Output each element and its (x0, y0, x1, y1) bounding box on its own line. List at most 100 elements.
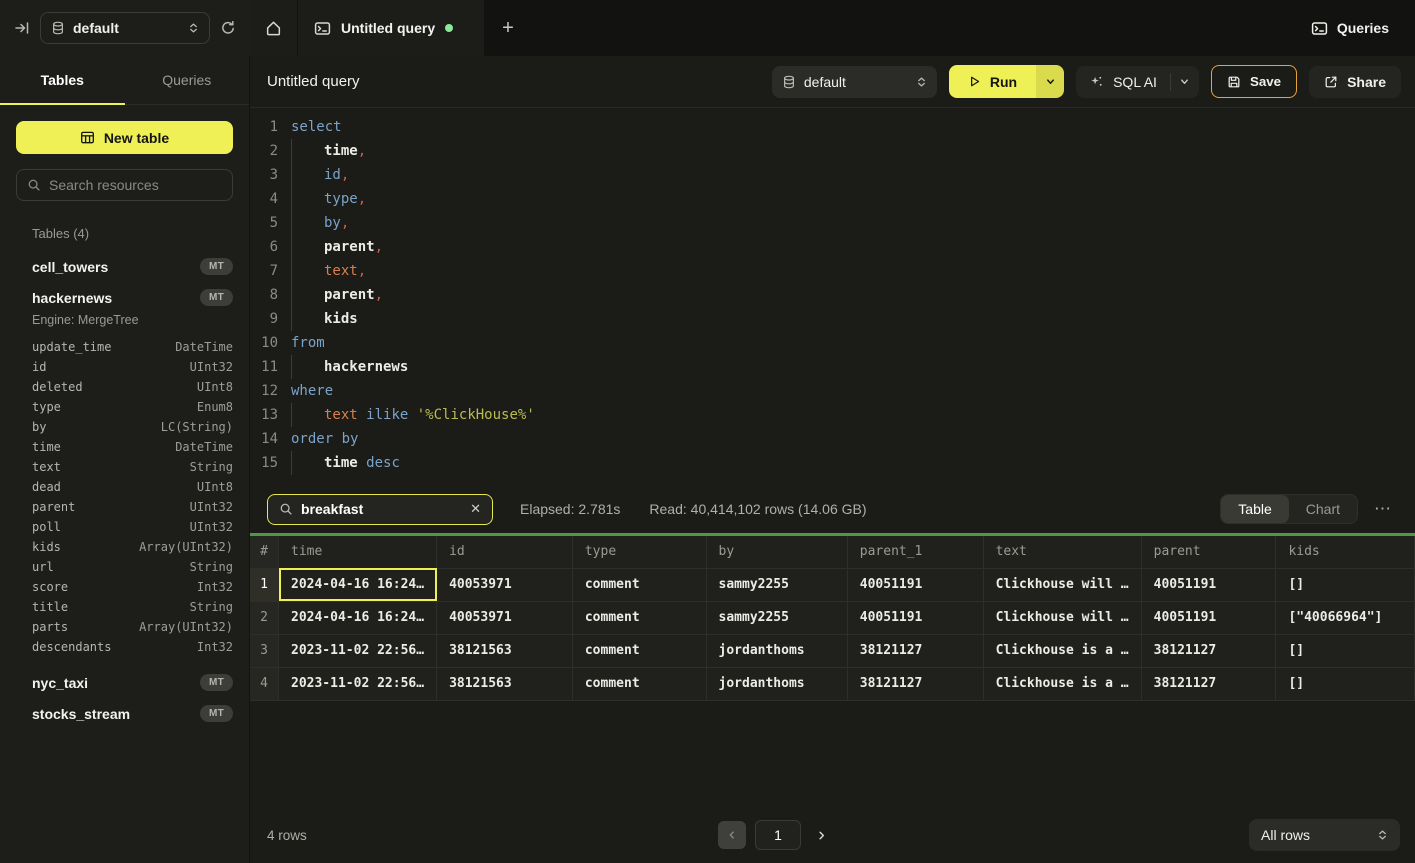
more-options-icon[interactable]: ⋯ (1370, 499, 1396, 519)
data-cell[interactable]: Clickhouse is a … (983, 634, 1141, 667)
data-cell[interactable]: 38121563 (437, 667, 573, 700)
data-cell[interactable]: 2024-04-16 16:24… (279, 568, 437, 601)
queries-button[interactable]: Queries (1311, 20, 1389, 37)
new-tab-button[interactable]: + (484, 0, 532, 56)
previous-page-button[interactable] (718, 821, 746, 849)
data-cell[interactable]: [] (1276, 667, 1415, 700)
share-button[interactable]: Share (1309, 66, 1401, 98)
data-cell[interactable]: [] (1276, 634, 1415, 667)
code-line[interactable]: 9kids (250, 307, 1415, 331)
database-selector[interactable]: default (40, 12, 210, 44)
sidebar-tab-tables[interactable]: Tables (0, 56, 125, 104)
query-database-selector[interactable]: default (772, 66, 937, 98)
data-cell[interactable]: 38121127 (847, 634, 983, 667)
data-cell[interactable]: jordanthoms (706, 667, 847, 700)
column-header[interactable]: by (706, 536, 847, 568)
line-number: 10 (250, 331, 278, 355)
data-cell[interactable]: 40051191 (1141, 568, 1276, 601)
column-header[interactable]: # (250, 536, 279, 568)
data-cell[interactable]: Clickhouse will … (983, 568, 1141, 601)
data-cell[interactable]: 38121563 (437, 634, 573, 667)
view-toggle-chart[interactable]: Chart (1289, 495, 1357, 523)
code-line[interactable]: 11hackernews (250, 355, 1415, 379)
data-cell[interactable]: 38121127 (1141, 634, 1276, 667)
row-number-cell[interactable]: 1 (250, 568, 279, 601)
page-size-value: All rows (1261, 827, 1310, 843)
row-number-cell[interactable]: 3 (250, 634, 279, 667)
line-number: 13 (250, 403, 278, 427)
data-cell[interactable]: comment (572, 568, 706, 601)
data-cell[interactable]: [] (1276, 568, 1415, 601)
row-number-cell[interactable]: 2 (250, 601, 279, 634)
code-line[interactable]: 4type, (250, 187, 1415, 211)
search-icon (27, 178, 41, 192)
column-header[interactable]: id (437, 536, 573, 568)
sidebar-tab-queries[interactable]: Queries (125, 56, 250, 104)
sql-editor[interactable]: 1select2time,3id,4type,5by,6parent,7text… (250, 108, 1415, 485)
data-cell[interactable]: 40053971 (437, 601, 573, 634)
run-options-button[interactable] (1036, 65, 1064, 98)
code-line[interactable]: 6parent, (250, 235, 1415, 259)
save-button[interactable]: Save (1211, 65, 1297, 98)
engine-badge: MT (200, 705, 233, 722)
data-cell[interactable]: comment (572, 634, 706, 667)
collapse-sidebar-icon[interactable] (14, 20, 30, 36)
column-header[interactable]: parent_1 (847, 536, 983, 568)
data-cell[interactable]: Clickhouse is a … (983, 667, 1141, 700)
code-line[interactable]: 8parent, (250, 283, 1415, 307)
resource-search-input[interactable] (49, 177, 222, 193)
data-cell[interactable]: 40051191 (1141, 601, 1276, 634)
home-tab[interactable] (250, 0, 297, 56)
clear-search-icon[interactable]: ✕ (470, 501, 481, 517)
sql-ai-button[interactable]: SQL AI (1076, 74, 1170, 90)
table-list-item[interactable]: nyc_taxiMT (16, 667, 233, 698)
data-cell[interactable]: 40053971 (437, 568, 573, 601)
page-size-selector[interactable]: All rows (1249, 819, 1400, 851)
line-number: 4 (250, 187, 278, 211)
data-cell[interactable]: comment (572, 667, 706, 700)
code-line[interactable]: 3id, (250, 163, 1415, 187)
table-list-item[interactable]: cell_towersMT (16, 251, 233, 282)
data-cell[interactable]: Clickhouse will … (983, 601, 1141, 634)
code-line[interactable]: 1select (250, 115, 1415, 139)
column-header[interactable]: parent (1141, 536, 1276, 568)
table-list-item[interactable]: hackernewsMT (16, 282, 233, 313)
row-number-cell[interactable]: 4 (250, 667, 279, 700)
column-header[interactable]: text (983, 536, 1141, 568)
data-cell[interactable]: 40051191 (847, 568, 983, 601)
indent-guide (291, 307, 324, 331)
column-header[interactable]: time (279, 536, 437, 568)
code-line[interactable]: 13text ilike '%ClickHouse%' (250, 403, 1415, 427)
data-cell[interactable]: comment (572, 601, 706, 634)
table-list-item[interactable]: stocks_streamMT (16, 698, 233, 729)
next-page-button[interactable] (816, 830, 827, 841)
code-line[interactable]: 15time desc (250, 451, 1415, 475)
sql-ai-options-button[interactable] (1171, 76, 1199, 87)
data-cell[interactable]: sammy2255 (706, 568, 847, 601)
code-line[interactable]: 14order by (250, 427, 1415, 451)
data-cell[interactable]: 2023-11-02 22:56… (279, 634, 437, 667)
run-button[interactable]: Run (949, 65, 1036, 98)
data-cell[interactable]: ["40066964"] (1276, 601, 1415, 634)
data-cell[interactable]: sammy2255 (706, 601, 847, 634)
results-search-input[interactable] (301, 501, 462, 517)
code-line[interactable]: 2time, (250, 139, 1415, 163)
code-line[interactable]: 7text, (250, 259, 1415, 283)
new-table-button[interactable]: New table (16, 121, 233, 154)
data-cell[interactable]: 38121127 (1141, 667, 1276, 700)
code-line[interactable]: 12where (250, 379, 1415, 403)
current-page-button[interactable]: 1 (755, 820, 801, 850)
data-cell[interactable]: 2024-04-16 16:24… (279, 601, 437, 634)
code-line[interactable]: 5by, (250, 211, 1415, 235)
data-cell[interactable]: 40051191 (847, 601, 983, 634)
column-header[interactable]: type (572, 536, 706, 568)
column-header[interactable]: kids (1276, 536, 1415, 568)
tab-untitled-query[interactable]: Untitled query (298, 0, 484, 56)
view-toggle-table[interactable]: Table (1221, 495, 1288, 523)
data-cell[interactable]: 38121127 (847, 667, 983, 700)
data-cell[interactable]: jordanthoms (706, 634, 847, 667)
code-line[interactable]: 10from (250, 331, 1415, 355)
indent-guide (291, 139, 324, 163)
refresh-icon[interactable] (220, 20, 236, 36)
data-cell[interactable]: 2023-11-02 22:56… (279, 667, 437, 700)
